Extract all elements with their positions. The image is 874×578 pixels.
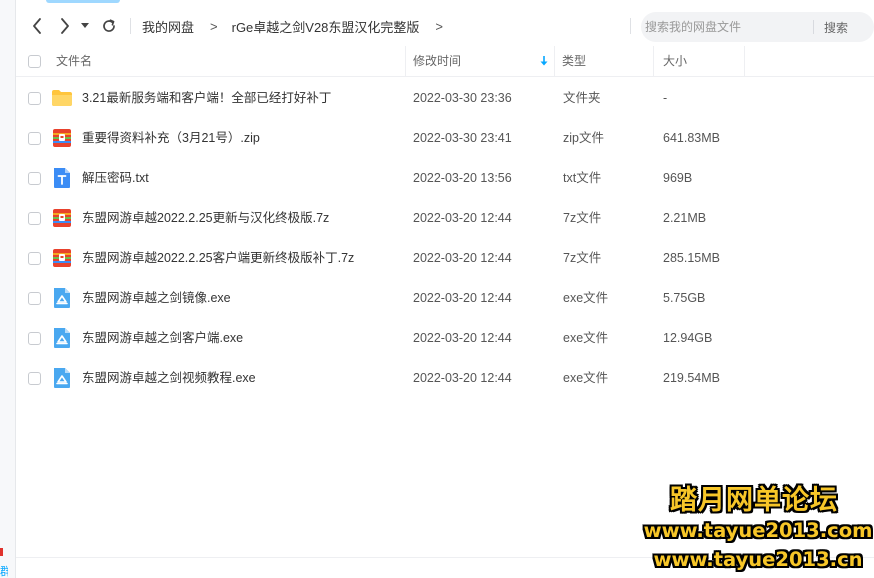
file-modified-time: 2022-03-20 12:44 bbox=[413, 331, 512, 345]
file-row[interactable]: 解压密码.txt 2022-03-20 13:56 txt文件 969B bbox=[16, 158, 874, 198]
file-modified-time: 2022-03-20 12:44 bbox=[413, 251, 512, 265]
file-name[interactable]: 3.21最新服务端和客户端！全部已经打好补丁 bbox=[82, 78, 331, 118]
file-list-header: 文件名 修改时间 类型 大小 bbox=[16, 46, 874, 77]
column-header-size[interactable]: 大小 bbox=[663, 46, 687, 77]
watermark: 踏月网单论坛 www.tayue2013.com www.tayue2013.c… bbox=[634, 474, 874, 578]
row-checkbox[interactable] bbox=[28, 212, 41, 225]
file-modified-time: 2022-03-20 12:44 bbox=[413, 291, 512, 305]
file-row[interactable]: 东盟网游卓越2022.2.25更新与汉化终极版.7z 2022-03-20 12:… bbox=[16, 198, 874, 238]
column-header-type[interactable]: 类型 bbox=[562, 46, 586, 77]
file-size: - bbox=[663, 91, 668, 105]
column-divider[interactable] bbox=[744, 46, 745, 77]
column-divider[interactable] bbox=[554, 46, 555, 77]
file-row[interactable]: 东盟网游卓越2022.2.25客户端更新终极版补丁.7z 2022-03-20 1… bbox=[16, 238, 874, 278]
file-size: 285.15MB bbox=[663, 251, 720, 265]
file-list: 文件名 修改时间 类型 大小 3.21最新服务端和客户端！全部已经打好补丁 202… bbox=[16, 46, 874, 398]
history-dropdown-button[interactable] bbox=[78, 12, 92, 40]
breadcrumb-root[interactable]: 我的网盘 bbox=[142, 17, 194, 36]
toolbar: 我的网盘 > rGe卓越之剑V28东盟汉化完整版 > 搜索 bbox=[16, 8, 874, 44]
zip-archive-icon bbox=[52, 127, 72, 149]
column-divider[interactable] bbox=[653, 46, 654, 77]
file-type: zip文件 bbox=[563, 131, 604, 145]
file-size: 2.21MB bbox=[663, 211, 707, 225]
caret-down-icon bbox=[81, 23, 89, 28]
active-tab-indicator bbox=[46, 0, 120, 3]
breadcrumb: 我的网盘 > rGe卓越之剑V28东盟汉化完整版 > bbox=[142, 8, 457, 44]
back-button[interactable] bbox=[26, 12, 48, 40]
search-button[interactable]: 搜索 bbox=[814, 19, 848, 36]
zip-archive-icon bbox=[52, 207, 72, 229]
row-checkbox[interactable] bbox=[28, 332, 41, 345]
file-name[interactable]: 东盟网游卓越之剑镜像.exe bbox=[82, 278, 231, 318]
row-checkbox[interactable] bbox=[28, 132, 41, 145]
breadcrumb-separator: > bbox=[435, 18, 444, 34]
file-name[interactable]: 东盟网游卓越2022.2.25客户端更新终极版补丁.7z bbox=[82, 238, 354, 278]
notification-mark bbox=[0, 548, 3, 556]
file-row[interactable]: 东盟网游卓越之剑客户端.exe 2022-03-20 12:44 exe文件 12.9… bbox=[16, 318, 874, 358]
row-checkbox[interactable] bbox=[28, 372, 41, 385]
sidebar-cut-label[interactable]: 群 bbox=[0, 563, 8, 578]
file-size: 12.94GB bbox=[663, 331, 713, 345]
folder-icon bbox=[52, 87, 72, 109]
exe-file-icon bbox=[52, 327, 72, 349]
file-modified-time: 2022-03-30 23:36 bbox=[413, 91, 512, 105]
toolbar-divider bbox=[130, 18, 131, 34]
chevron-left-icon bbox=[33, 18, 41, 34]
file-type: txt文件 bbox=[563, 171, 602, 185]
sort-descending-icon[interactable] bbox=[538, 54, 550, 68]
watermark-title: 踏月网单论坛 bbox=[670, 485, 838, 516]
file-type: exe文件 bbox=[563, 291, 609, 305]
toolbar-divider bbox=[630, 18, 631, 34]
row-checkbox[interactable] bbox=[28, 252, 41, 265]
column-divider[interactable] bbox=[405, 46, 406, 77]
file-type: 7z文件 bbox=[563, 211, 602, 225]
column-header-modified[interactable]: 修改时间 bbox=[413, 46, 461, 77]
file-type: 7z文件 bbox=[563, 251, 602, 265]
search-box: 搜索 bbox=[641, 12, 874, 42]
file-row[interactable]: 3.21最新服务端和客户端！全部已经打好补丁 2022-03-30 23:36 文件… bbox=[16, 78, 874, 118]
chevron-right-icon bbox=[61, 18, 69, 34]
file-size: 969B bbox=[663, 171, 693, 185]
watermark-url: www.tayue2013.cn bbox=[653, 548, 863, 571]
file-type: exe文件 bbox=[563, 331, 609, 345]
file-rows: 3.21最新服务端和客户端！全部已经打好补丁 2022-03-30 23:36 文件… bbox=[16, 77, 874, 398]
column-header-name[interactable]: 文件名 bbox=[56, 46, 92, 77]
refresh-button[interactable] bbox=[98, 12, 120, 40]
row-checkbox[interactable] bbox=[28, 292, 41, 305]
file-name[interactable]: 东盟网游卓越2022.2.25更新与汉化终极版.7z bbox=[82, 198, 329, 238]
file-type: exe文件 bbox=[563, 371, 609, 385]
select-all-checkbox[interactable] bbox=[28, 55, 41, 68]
file-name[interactable]: 解压密码.txt bbox=[82, 158, 149, 198]
text-file-icon bbox=[52, 167, 72, 189]
file-modified-time: 2022-03-30 23:41 bbox=[413, 131, 512, 145]
file-row[interactable]: 东盟网游卓越之剑镜像.exe 2022-03-20 12:44 exe文件 5.75G… bbox=[16, 278, 874, 318]
exe-file-icon bbox=[52, 367, 72, 389]
exe-file-icon bbox=[52, 287, 72, 309]
file-size: 641.83MB bbox=[663, 131, 720, 145]
breadcrumb-current-folder[interactable]: rGe卓越之剑V28东盟汉化完整版 bbox=[232, 17, 420, 36]
file-name[interactable]: 重要得资料补充（3月21号）.zip bbox=[82, 118, 260, 158]
file-size: 219.54MB bbox=[663, 371, 720, 385]
watermark-url: www.tayue2013.com bbox=[643, 519, 873, 542]
file-type: 文件夹 bbox=[563, 91, 601, 105]
zip-archive-icon bbox=[52, 247, 72, 269]
refresh-icon bbox=[103, 19, 115, 32]
breadcrumb-separator: > bbox=[210, 18, 218, 34]
forward-button[interactable] bbox=[54, 12, 76, 40]
file-modified-time: 2022-03-20 12:44 bbox=[413, 371, 512, 385]
sidebar-edge: 群 bbox=[0, 0, 16, 578]
file-size: 5.75GB bbox=[663, 291, 706, 305]
file-name[interactable]: 东盟网游卓越之剑视频教程.exe bbox=[82, 358, 256, 398]
file-modified-time: 2022-03-20 13:56 bbox=[413, 171, 512, 185]
row-checkbox[interactable] bbox=[28, 92, 41, 105]
file-row[interactable]: 重要得资料补充（3月21号）.zip 2022-03-30 23:41 zip文件 6… bbox=[16, 118, 874, 158]
file-row[interactable]: 东盟网游卓越之剑视频教程.exe 2022-03-20 12:44 exe文件 219… bbox=[16, 358, 874, 398]
search-input[interactable] bbox=[641, 20, 813, 34]
file-modified-time: 2022-03-20 12:44 bbox=[413, 211, 512, 225]
file-name[interactable]: 东盟网游卓越之剑客户端.exe bbox=[82, 318, 243, 358]
row-checkbox[interactable] bbox=[28, 172, 41, 185]
